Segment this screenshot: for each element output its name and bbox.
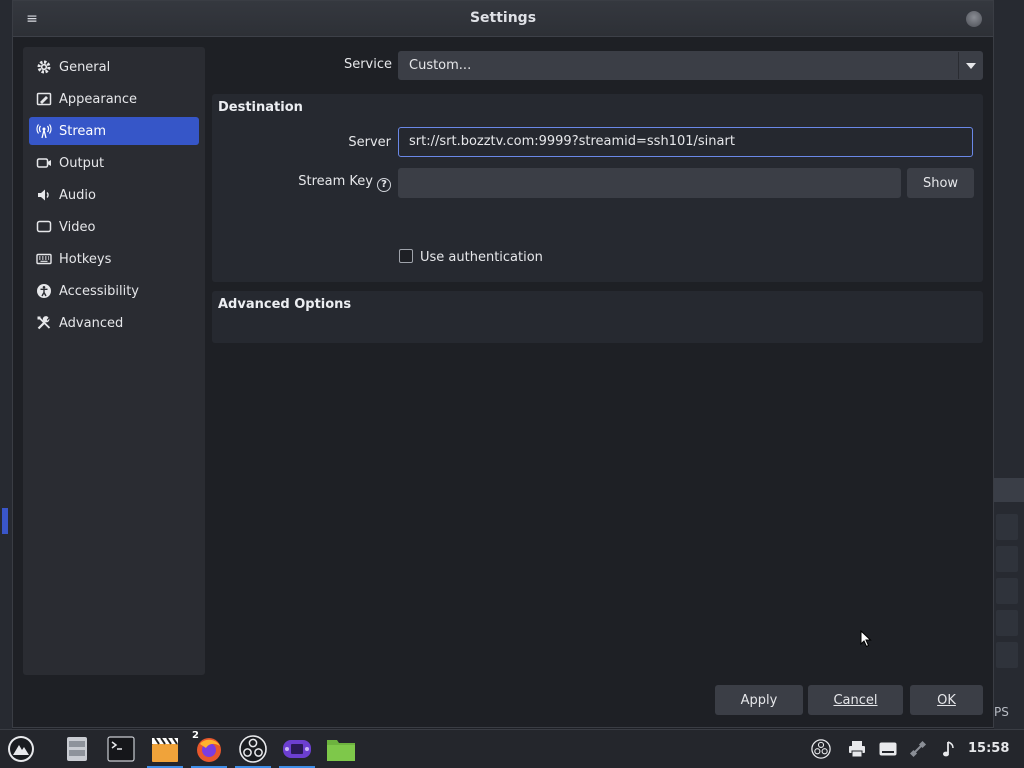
- speaker-icon: [35, 186, 53, 204]
- mouse-cursor-icon: [860, 630, 872, 648]
- sidebar-item-label: Appearance: [59, 91, 138, 107]
- sidebar-item-stream[interactable]: Stream: [29, 117, 199, 145]
- window-title: Settings: [469, 10, 537, 26]
- tools-icon: [35, 314, 53, 332]
- background-block: [996, 642, 1018, 668]
- cancel-button[interactable]: Cancel: [808, 685, 903, 715]
- settings-dialog: ≡ Settings General Appearance Stream Out…: [12, 0, 994, 728]
- settings-sidebar: General Appearance Stream Output Audio V…: [23, 47, 205, 675]
- obs-icon[interactable]: [235, 733, 271, 768]
- background-right-panel: PS: [994, 0, 1024, 730]
- background-block: [996, 546, 1018, 572]
- background-block: [996, 514, 1018, 540]
- chevron-down-icon[interactable]: [958, 52, 982, 79]
- ok-button[interactable]: OK: [910, 685, 983, 715]
- antenna-icon: [35, 122, 53, 140]
- sidebar-item-output[interactable]: Output: [29, 149, 199, 177]
- sidebar-item-general[interactable]: General: [29, 53, 199, 81]
- background-block: [996, 578, 1018, 604]
- ok-button-label: OK: [937, 692, 956, 708]
- background-dock-header: [994, 478, 1024, 502]
- background-left-panel: [0, 0, 12, 730]
- sidebar-item-label: General: [59, 59, 111, 75]
- sidebar-item-label: Output: [59, 155, 105, 171]
- clock: 15:58: [968, 741, 1010, 756]
- firefox-icon[interactable]: 2: [191, 730, 227, 768]
- sidebar-item-label: Audio: [59, 187, 96, 203]
- show-key-button[interactable]: Show: [907, 168, 974, 198]
- use-authentication-label[interactable]: Use authentication: [420, 250, 543, 265]
- sidebar-item-label: Stream: [59, 123, 107, 139]
- service-label: Service: [343, 57, 392, 72]
- network-icon[interactable]: [908, 738, 928, 760]
- terminal-icon[interactable]: [105, 733, 137, 765]
- obs-tray-icon[interactable]: [811, 738, 831, 760]
- server-label: Server: [348, 135, 391, 150]
- apply-button[interactable]: Apply: [715, 685, 803, 715]
- keyboard-tray-icon[interactable]: [878, 738, 898, 760]
- sidebar-item-label: Accessibility: [59, 283, 139, 299]
- appearance-icon: [35, 90, 53, 108]
- sidebar-item-accessibility[interactable]: Accessibility: [29, 277, 199, 305]
- service-select[interactable]: Custom...: [398, 51, 983, 80]
- advanced-options-title: Advanced Options: [218, 297, 352, 312]
- keyboard-icon: [35, 250, 53, 268]
- background-block: [996, 610, 1018, 636]
- stream-key-input[interactable]: [398, 168, 901, 198]
- file-manager-icon[interactable]: [61, 733, 93, 765]
- stream-key-label-text: Stream Key: [298, 174, 373, 189]
- launcher-icon[interactable]: [5, 733, 37, 765]
- files-icon[interactable]: [325, 733, 357, 765]
- sidebar-item-label: Hotkeys: [59, 251, 112, 267]
- stream-key-label: Stream Key?: [263, 174, 391, 192]
- sidebar-item-hotkeys[interactable]: Hotkeys: [29, 245, 199, 273]
- background-fps-text: PS: [994, 705, 1009, 719]
- emulator-icon[interactable]: [279, 733, 315, 768]
- monitor-icon: [35, 218, 53, 236]
- use-authentication-checkbox[interactable]: [399, 249, 413, 263]
- gear-icon: [35, 58, 53, 76]
- destination-title: Destination: [218, 100, 303, 115]
- printer-icon[interactable]: [847, 738, 867, 760]
- background-selection: [2, 508, 8, 534]
- server-input[interactable]: srt://srt.bozztv.com:9999?streamid=ssh10…: [398, 127, 973, 157]
- advanced-options-group: Advanced Options: [212, 291, 983, 343]
- sidebar-item-advanced[interactable]: Advanced: [29, 309, 199, 337]
- firefox-badge: 2: [192, 730, 199, 741]
- taskbar: 2 15:58: [0, 729, 1024, 768]
- sidebar-item-appearance[interactable]: Appearance: [29, 85, 199, 113]
- titlebar: ≡ Settings: [13, 1, 993, 37]
- sidebar-item-video[interactable]: Video: [29, 213, 199, 241]
- sidebar-item-audio[interactable]: Audio: [29, 181, 199, 209]
- minimize-button[interactable]: [966, 11, 982, 27]
- music-note-icon[interactable]: [939, 738, 959, 760]
- sidebar-item-label: Video: [59, 219, 96, 235]
- video-editor-icon[interactable]: [147, 733, 183, 768]
- accessibility-icon: [35, 282, 53, 300]
- help-icon[interactable]: ?: [377, 177, 391, 192]
- sidebar-item-label: Advanced: [59, 315, 124, 331]
- cancel-button-label: Cancel: [833, 692, 878, 708]
- output-icon: [35, 154, 53, 172]
- service-value: Custom...: [409, 58, 472, 73]
